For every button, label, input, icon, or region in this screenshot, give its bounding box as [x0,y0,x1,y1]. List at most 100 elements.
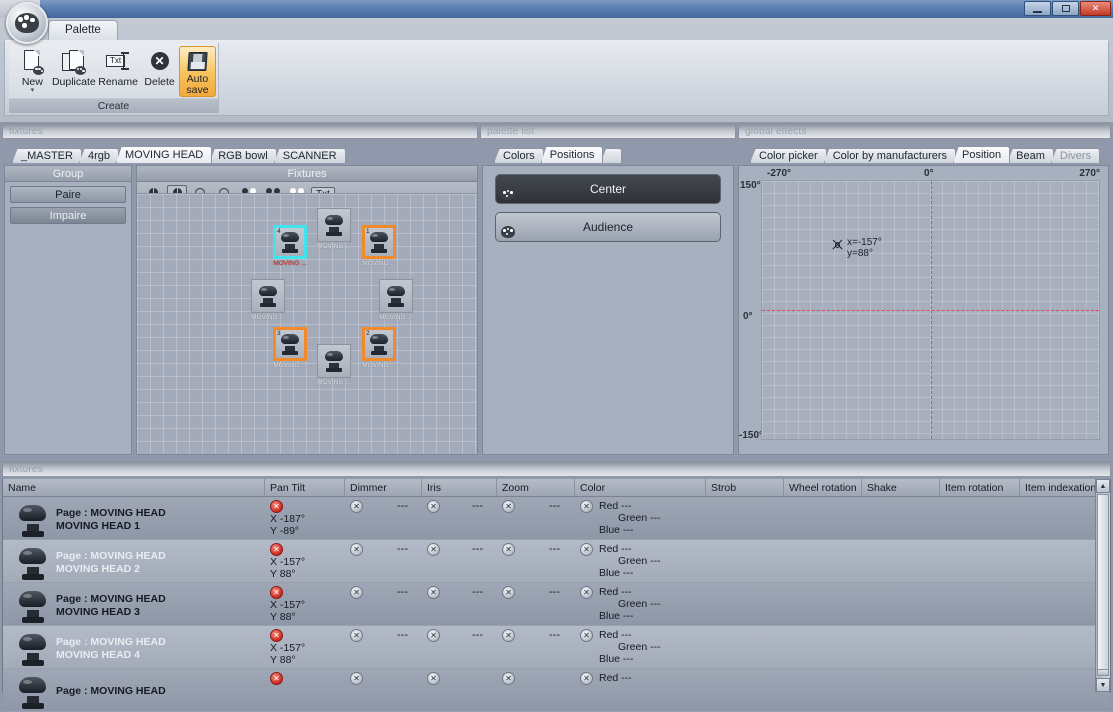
fixture-item[interactable]: MOVING ... [251,279,285,322]
position-grid[interactable]: x=-157° y=88° [761,180,1100,440]
row-shake-cell[interactable] [862,626,940,668]
close-button[interactable]: ✕ [1080,1,1111,16]
row-shake-cell[interactable] [862,669,940,711]
tab-4rgb[interactable]: 4rgb [79,148,119,163]
fixture-item[interactable]: 3 MOVING ... [273,327,307,370]
row-item-indexation-cell[interactable] [1020,583,1097,625]
row-pan-tilt-cell[interactable]: ✕ X -157° Y 88° [265,626,345,668]
row-dimmer-cell[interactable]: ✕--- [345,540,422,582]
tab-empty[interactable] [600,148,622,163]
pan-tilt-status-icon[interactable]: ✕ [270,672,283,685]
column-header-zoom[interactable]: Zoom [497,479,575,496]
tab-palette[interactable]: Palette [48,20,118,40]
pan-tilt-status-icon[interactable]: ✕ [270,586,283,599]
row-dimmer-cell[interactable]: ✕ [345,669,422,711]
row-pan-tilt-cell[interactable]: ✕ X -187° Y -89° [265,497,345,539]
tab-rgb-bowl[interactable]: RGB bowl [209,148,277,163]
row-zoom-cell[interactable]: ✕--- [497,583,575,625]
table-row[interactable]: Page : MOVING HEADMOVING HEAD 3 ✕ X -157… [3,583,1110,626]
row-item-indexation-cell[interactable] [1020,626,1097,668]
column-header-dimmer[interactable]: Dimmer [345,479,422,496]
row-color-cell[interactable]: ✕ Red --- Green --- Blue --- [575,583,706,625]
iris-status-icon[interactable]: ✕ [427,543,440,556]
zoom-status-icon[interactable]: ✕ [502,672,515,685]
maximize-button[interactable] [1052,1,1079,16]
column-header-color[interactable]: Color [575,479,706,496]
table-vertical-scrollbar[interactable]: ▲ ▼ [1095,479,1110,692]
color-status-icon[interactable]: ✕ [580,672,593,685]
row-dimmer-cell[interactable]: ✕--- [345,497,422,539]
color-status-icon[interactable]: ✕ [580,500,593,513]
tab-position[interactable]: Position [953,146,1010,163]
row-wheel-rotation-cell[interactable] [784,497,862,539]
row-iris-cell[interactable]: ✕--- [422,497,497,539]
scroll-down-button[interactable]: ▼ [1096,678,1110,692]
row-zoom-cell[interactable]: ✕--- [497,497,575,539]
table-row[interactable]: Page : MOVING HEAD ✕ ✕ ✕ ✕ ✕ Red --- [3,669,1110,712]
iris-status-icon[interactable]: ✕ [427,672,440,685]
tab-color-by-manufacturers[interactable]: Color by manufacturers [824,148,956,163]
group-button-paire[interactable]: Paire [10,186,126,203]
column-header-name[interactable]: Name [3,479,265,496]
duplicate-button[interactable]: Duplicate [52,46,96,97]
row-iris-cell[interactable]: ✕ [422,669,497,711]
zoom-status-icon[interactable]: ✕ [502,629,515,642]
row-item-rotation-cell[interactable] [940,626,1020,668]
delete-button[interactable]: ✕ Delete [140,46,179,97]
scroll-up-button[interactable]: ▲ [1096,479,1110,493]
row-dimmer-cell[interactable]: ✕--- [345,583,422,625]
auto-save-button[interactable]: Auto save [179,46,216,97]
table-row[interactable]: Page : MOVING HEADMOVING HEAD 4 ✕ X -157… [3,626,1110,669]
column-header-wheel-rotation[interactable]: Wheel rotation [784,479,862,496]
row-item-rotation-cell[interactable] [940,583,1020,625]
column-header-item-rotation[interactable]: Item rotation [940,479,1020,496]
row-pan-tilt-cell[interactable]: ✕ X -157° Y 88° [265,540,345,582]
fixture-item[interactable]: 2 MOVING ... [362,327,396,370]
zoom-status-icon[interactable]: ✕ [502,500,515,513]
dimmer-status-icon[interactable]: ✕ [350,586,363,599]
row-zoom-cell[interactable]: ✕--- [497,626,575,668]
column-header-item-indexation[interactable]: Item indexation [1020,479,1097,496]
row-zoom-cell[interactable]: ✕ [497,669,575,711]
fixture-item[interactable]: 1 MOVING ... [362,225,396,268]
fixture-item[interactable]: MOVING ... [317,344,351,387]
tab-scanner[interactable]: SCANNER [274,148,346,163]
pan-tilt-status-icon[interactable]: ✕ [270,500,283,513]
row-pan-tilt-cell[interactable]: ✕ X -157° Y 88° [265,583,345,625]
row-zoom-cell[interactable]: ✕--- [497,540,575,582]
scrollbar-thumb[interactable] [1097,494,1109,676]
iris-status-icon[interactable]: ✕ [427,500,440,513]
row-color-cell[interactable]: ✕ Red --- Green --- Blue --- [575,497,706,539]
row-iris-cell[interactable]: ✕--- [422,626,497,668]
position-marker[interactable]: x=-157° y=88° [832,237,882,259]
iris-status-icon[interactable]: ✕ [427,586,440,599]
column-header-pan-tilt[interactable]: Pan Tilt [265,479,345,496]
pan-tilt-status-icon[interactable]: ✕ [270,543,283,556]
group-button-impaire[interactable]: Impaire [10,207,126,224]
dimmer-status-icon[interactable]: ✕ [350,629,363,642]
iris-status-icon[interactable]: ✕ [427,629,440,642]
tab-colors[interactable]: Colors [494,148,544,163]
palette-button-audience[interactable]: Audience [495,212,721,242]
color-status-icon[interactable]: ✕ [580,586,593,599]
table-row[interactable]: Page : MOVING HEADMOVING HEAD 1 ✕ X -187… [3,497,1110,540]
palette-button-center[interactable]: Center [495,174,721,204]
color-status-icon[interactable]: ✕ [580,629,593,642]
zoom-status-icon[interactable]: ✕ [502,586,515,599]
row-iris-cell[interactable]: ✕--- [422,583,497,625]
column-header-strob[interactable]: Strob [706,479,784,496]
row-shake-cell[interactable] [862,583,940,625]
color-status-icon[interactable]: ✕ [580,543,593,556]
row-wheel-rotation-cell[interactable] [784,540,862,582]
tab-color-picker[interactable]: Color picker [750,148,827,163]
column-header-iris[interactable]: Iris [422,479,497,496]
row-strob-cell[interactable] [706,497,784,539]
row-pan-tilt-cell[interactable]: ✕ [265,669,345,711]
tab-beam[interactable]: Beam [1007,148,1054,163]
tab-moving-head[interactable]: MOVING HEAD [116,146,212,163]
row-item-rotation-cell[interactable] [940,497,1020,539]
zoom-status-icon[interactable]: ✕ [502,543,515,556]
row-strob-cell[interactable] [706,669,784,711]
row-color-cell[interactable]: ✕ Red --- Green --- Blue --- [575,540,706,582]
pan-tilt-status-icon[interactable]: ✕ [270,629,283,642]
